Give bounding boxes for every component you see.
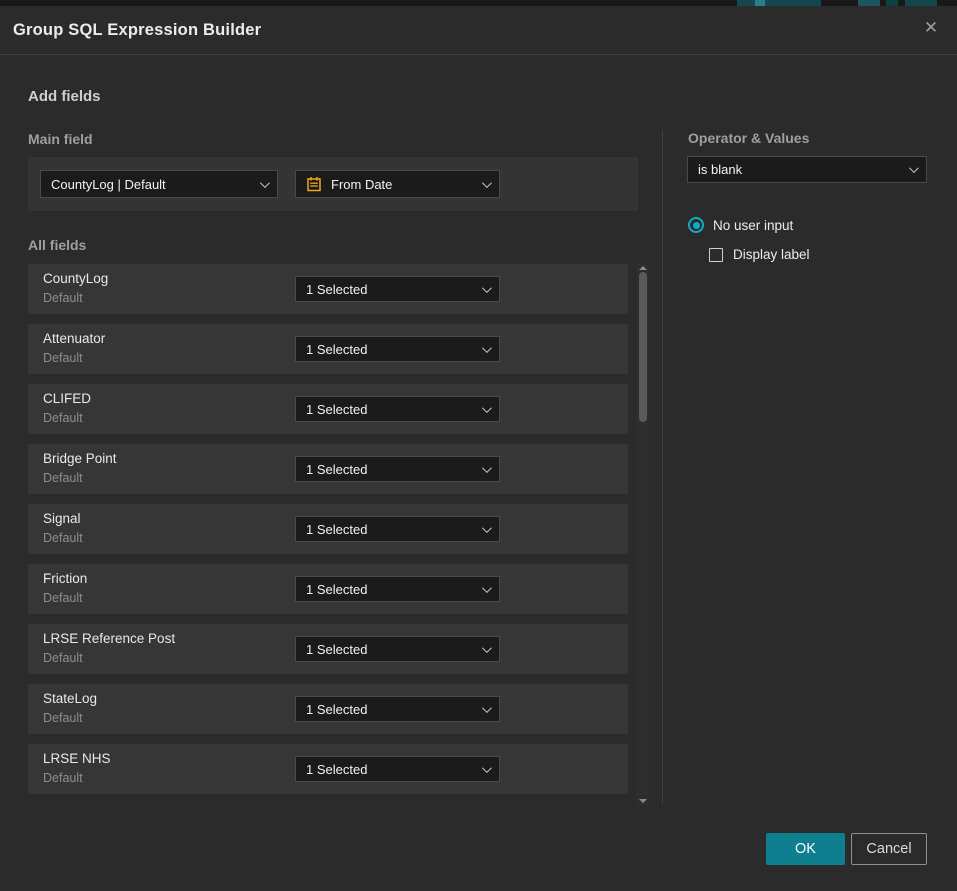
main-field-layer-select[interactable]: CountyLog | Default — [40, 170, 278, 198]
field-row: Attenuator Default 1 Selected — [28, 324, 628, 374]
field-selection-dropdown[interactable]: 1 Selected — [295, 336, 500, 362]
radio-selected-icon — [688, 217, 704, 233]
field-row: LRSE NHS Default 1 Selected — [28, 744, 628, 794]
field-name: LRSE Reference Post — [43, 631, 175, 646]
scrollbar-thumb[interactable] — [639, 272, 647, 422]
field-selection-dropdown[interactable]: 1 Selected — [295, 756, 500, 782]
close-icon: ✕ — [924, 18, 938, 38]
field-name: LRSE NHS — [43, 751, 111, 766]
checkbox-label: Display label — [733, 247, 810, 262]
chevron-down-icon — [482, 283, 492, 293]
field-row: CountyLog Default 1 Selected — [28, 264, 628, 314]
layer-select-value: CountyLog | Default — [51, 177, 252, 192]
main-field-date-select[interactable]: From Date — [295, 170, 500, 198]
field-name: Attenuator — [43, 331, 105, 346]
field-selection-dropdown[interactable]: 1 Selected — [295, 276, 500, 302]
field-name: Friction — [43, 571, 87, 586]
field-name: CLIFED — [43, 391, 91, 406]
field-row: Friction Default 1 Selected — [28, 564, 628, 614]
field-subtitle: Default — [43, 411, 83, 425]
radio-label: No user input — [713, 218, 793, 233]
all-fields-label: All fields — [28, 237, 86, 253]
selection-value: 1 Selected — [306, 462, 474, 477]
add-fields-heading: Add fields — [28, 88, 101, 105]
field-name: CountyLog — [43, 271, 108, 286]
field-selection-dropdown[interactable]: 1 Selected — [295, 696, 500, 722]
chevron-down-icon — [909, 163, 919, 173]
chevron-down-icon — [482, 343, 492, 353]
field-subtitle: Default — [43, 771, 83, 785]
date-select-value: From Date — [331, 177, 474, 192]
calendar-icon — [306, 176, 322, 192]
field-selection-dropdown[interactable]: 1 Selected — [295, 396, 500, 422]
selection-value: 1 Selected — [306, 342, 474, 357]
field-name: Bridge Point — [43, 451, 117, 466]
scroll-down-icon[interactable] — [639, 799, 647, 803]
operator-select[interactable]: is blank — [687, 156, 927, 183]
chevron-down-icon — [482, 403, 492, 413]
chevron-down-icon — [260, 178, 270, 188]
panel-divider — [662, 130, 663, 805]
main-field-panel: CountyLog | Default From Date — [28, 157, 638, 211]
display-label-checkbox[interactable]: Display label — [709, 247, 810, 262]
selection-value: 1 Selected — [306, 762, 474, 777]
selection-value: 1 Selected — [306, 402, 474, 417]
selection-value: 1 Selected — [306, 702, 474, 717]
field-row: LRSE Reference Post Default 1 Selected — [28, 624, 628, 674]
field-name: StateLog — [43, 691, 97, 706]
dialog-titlebar: Group SQL Expression Builder — [0, 6, 957, 55]
chevron-down-icon — [482, 703, 492, 713]
chevron-down-icon — [482, 763, 492, 773]
field-subtitle: Default — [43, 351, 83, 365]
field-selection-dropdown[interactable]: 1 Selected — [295, 456, 500, 482]
field-row: Signal Default 1 Selected — [28, 504, 628, 554]
chevron-down-icon — [482, 178, 492, 188]
main-field-label: Main field — [28, 131, 93, 147]
field-selection-dropdown[interactable]: 1 Selected — [295, 576, 500, 602]
checkbox-unchecked-icon — [709, 248, 723, 262]
field-name: Signal — [43, 511, 81, 526]
field-subtitle: Default — [43, 291, 83, 305]
selection-value: 1 Selected — [306, 582, 474, 597]
field-subtitle: Default — [43, 531, 83, 545]
selection-value: 1 Selected — [306, 282, 474, 297]
ok-button[interactable]: OK — [766, 833, 845, 865]
field-subtitle: Default — [43, 591, 83, 605]
close-button[interactable]: ✕ — [915, 12, 947, 44]
operator-select-value: is blank — [698, 162, 901, 177]
field-subtitle: Default — [43, 471, 83, 485]
cancel-button[interactable]: Cancel — [851, 833, 927, 865]
field-row: StateLog Default 1 Selected — [28, 684, 628, 734]
field-selection-dropdown[interactable]: 1 Selected — [295, 516, 500, 542]
dialog-title: Group SQL Expression Builder — [13, 21, 261, 40]
field-row: CLIFED Default 1 Selected — [28, 384, 628, 434]
chevron-down-icon — [482, 583, 492, 593]
selection-value: 1 Selected — [306, 522, 474, 537]
field-selection-dropdown[interactable]: 1 Selected — [295, 636, 500, 662]
scroll-up-icon[interactable] — [639, 266, 647, 270]
chevron-down-icon — [482, 523, 492, 533]
no-user-input-radio[interactable]: No user input — [688, 217, 793, 233]
selection-value: 1 Selected — [306, 642, 474, 657]
field-row: Bridge Point Default 1 Selected — [28, 444, 628, 494]
group-sql-expression-builder-dialog: Group SQL Expression Builder ✕ Add field… — [0, 0, 957, 891]
fields-scrollbar[interactable] — [637, 264, 649, 805]
operator-values-heading: Operator & Values — [688, 130, 809, 146]
all-fields-list: CountyLog Default 1 Selected Attenuator … — [28, 264, 628, 804]
field-subtitle: Default — [43, 711, 83, 725]
chevron-down-icon — [482, 643, 492, 653]
field-subtitle: Default — [43, 651, 83, 665]
chevron-down-icon — [482, 463, 492, 473]
